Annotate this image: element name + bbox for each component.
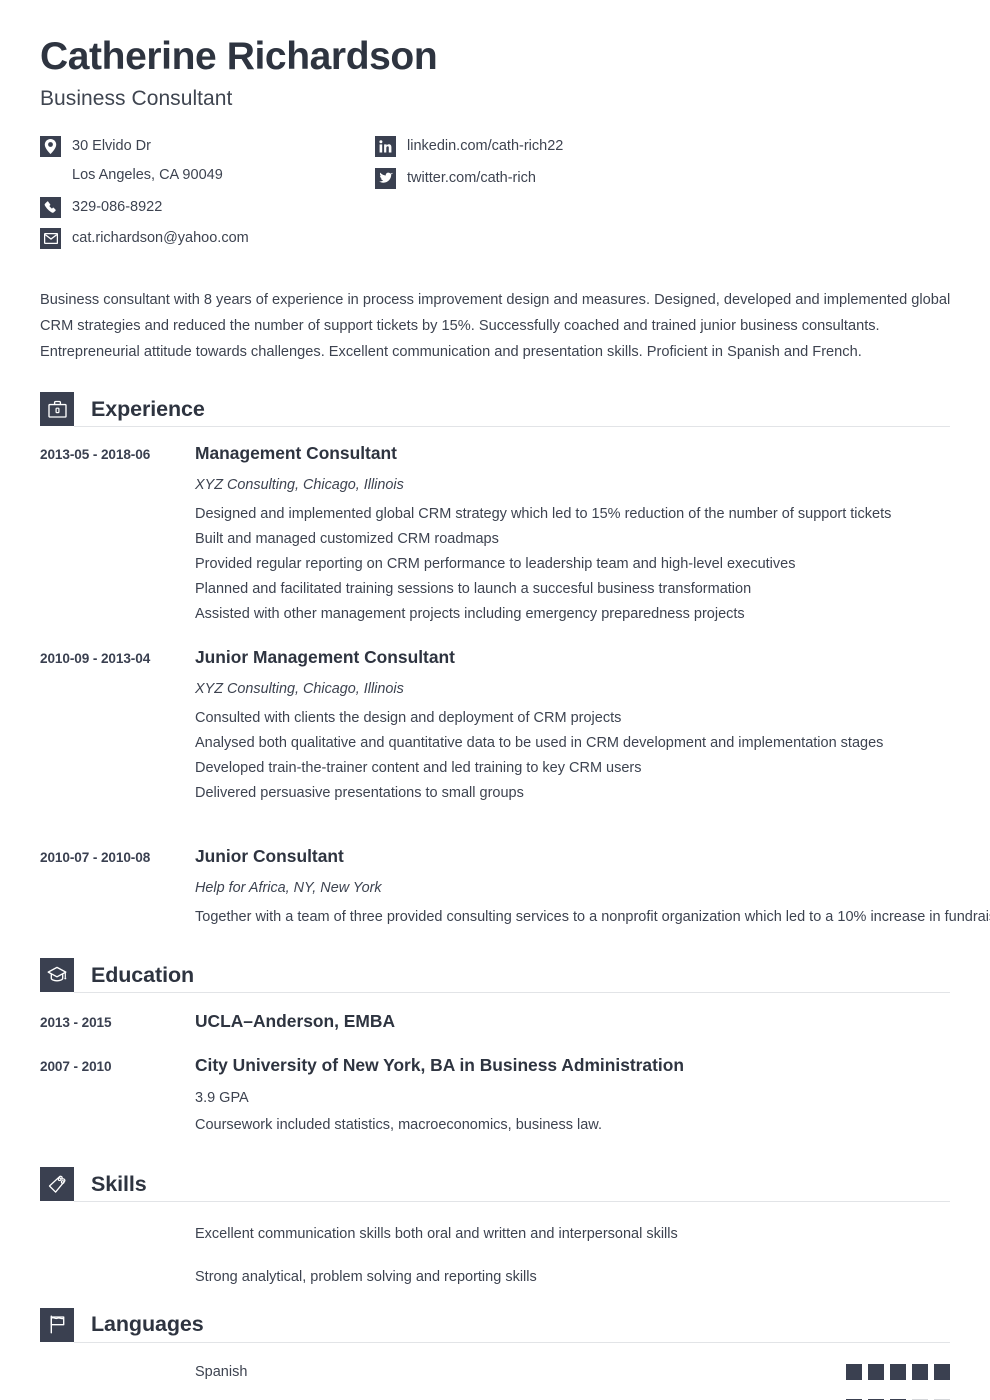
section-title: Education — [91, 962, 195, 987]
contact-column-right: linkedin.com/cath-rich22 twitter.com/cat… — [375, 135, 563, 258]
section-divider — [74, 426, 950, 428]
twitter-icon — [375, 167, 396, 189]
contact-row-twitter[interactable]: twitter.com/cath-rich — [375, 167, 563, 190]
section-title: Experience — [91, 396, 205, 421]
language-name: Spanish — [195, 1363, 248, 1380]
location-pin-icon — [40, 136, 61, 158]
level-square-filled — [868, 1363, 884, 1380]
language-row: Spanish — [195, 1363, 950, 1380]
candidate-job-title: Business Consultant — [40, 87, 233, 111]
entry-dates: 2013 - 2015 — [40, 1015, 112, 1031]
contact-row-address: 30 Elvido Dr Los Angeles, CA 90049 — [40, 135, 375, 187]
experience-entry: 2010-07 - 2010-08 Junior Consultant Help… — [40, 846, 990, 930]
entry-organization: XYZ Consulting, Chicago, Illinois — [195, 680, 404, 697]
level-square-filled — [912, 1363, 928, 1380]
entry-dates: 2007 - 2010 — [40, 1058, 112, 1074]
entry-bullets: Designed and implemented global CRM stra… — [195, 502, 950, 627]
bullet-item: Developed train-the-trainer content and … — [195, 760, 642, 777]
contact-row-phone: 329-086-8922 — [40, 196, 375, 219]
bullet-item: Designed and implemented global CRM stra… — [195, 505, 892, 522]
briefcase-icon — [40, 392, 74, 427]
linkedin-url: linkedin.com/cath-rich22 — [407, 138, 564, 155]
level-square-filled — [934, 1363, 950, 1380]
bullet-item: Provided regular reporting on CRM perfor… — [195, 555, 796, 572]
language-level-spanish — [846, 1363, 950, 1380]
experience-entry: 2010-09 - 2013-04 Junior Management Cons… — [40, 647, 950, 806]
languages-list: Spanish French — [40, 1363, 950, 1400]
section-divider — [74, 1201, 950, 1203]
entry-role: Junior Consultant — [195, 846, 344, 867]
section-header-skills: Skills — [40, 1167, 950, 1203]
contact-block: 30 Elvido Dr Los Angeles, CA 90049 329-0… — [40, 135, 950, 258]
flag-icon — [40, 1307, 74, 1342]
experience-entry: 2013-05 - 2018-06 Management Consultant … — [40, 443, 950, 627]
section-header-experience: Experience — [40, 392, 950, 428]
skill-item: Excellent communication skills both oral… — [195, 1226, 678, 1243]
skills-list: Excellent communication skills both oral… — [40, 1223, 950, 1288]
entry-bullets: Consulted with clients the design and de… — [195, 706, 950, 806]
entry-school: UCLA–Anderson, EMBA — [195, 1011, 396, 1032]
section-title: Skills — [91, 1171, 147, 1196]
envelope-icon — [40, 228, 61, 250]
section-title: Languages — [91, 1312, 204, 1337]
section-divider — [74, 1341, 950, 1343]
linkedin-icon — [375, 136, 396, 158]
education-detail: Coursework included statistics, macroeco… — [195, 1117, 602, 1134]
bullet-item: Delivered persuasive presentations to sm… — [195, 785, 524, 802]
phone-icon — [40, 196, 61, 218]
professional-summary: Business consultant with 8 years of expe… — [40, 292, 951, 361]
bullet-item: Together with a team of three provided c… — [195, 908, 990, 925]
address-line-2: Los Angeles, CA 90049 — [72, 166, 223, 183]
entry-role: Management Consultant — [195, 443, 397, 464]
entry-organization: XYZ Consulting, Chicago, Illinois — [195, 476, 404, 493]
education-entry: 2007 - 2010 City University of New York,… — [40, 1055, 950, 1139]
section-divider — [74, 992, 950, 994]
bullet-item: Consulted with clients the design and de… — [195, 709, 622, 726]
bullet-item: Analysed both qualitative and quantitati… — [195, 734, 884, 751]
contact-row-email: cat.richardson@yahoo.com — [40, 227, 375, 250]
email-address: cat.richardson@yahoo.com — [72, 230, 249, 247]
candidate-name: Catherine Richardson — [40, 35, 438, 78]
resume-page: Catherine Richardson Business Consultant… — [0, 0, 990, 1400]
education-entry: 2013 - 2015 UCLA–Anderson, EMBA — [40, 1011, 950, 1033]
address-line-1: 30 Elvido Dr — [72, 138, 151, 155]
entry-organization: Help for Africa, NY, New York — [195, 879, 382, 896]
contact-row-linkedin[interactable]: linkedin.com/cath-rich22 — [375, 135, 563, 158]
bullet-item: Assisted with other management projects … — [195, 606, 745, 623]
entry-school: City University of New York, BA in Busin… — [195, 1054, 684, 1075]
contact-column-left: 30 Elvido Dr Los Angeles, CA 90049 329-0… — [40, 135, 375, 258]
graduation-cap-icon — [40, 958, 74, 993]
twitter-url: twitter.com/cath-rich — [407, 169, 536, 186]
bullet-item: Built and managed customized CRM roadmap… — [195, 530, 499, 547]
entry-dates: 2010-07 - 2010-08 — [40, 850, 151, 866]
entry-dates: 2013-05 - 2018-06 — [40, 447, 151, 463]
education-detail: 3.9 GPA — [195, 1089, 249, 1106]
skill-item: Strong analytical, problem solving and r… — [195, 1268, 537, 1285]
level-square-filled — [890, 1363, 906, 1380]
entry-dates: 2010-09 - 2013-04 — [40, 651, 151, 667]
level-square-filled — [846, 1363, 862, 1380]
entry-role: Junior Management Consultant — [195, 647, 455, 668]
section-header-languages: Languages — [40, 1307, 950, 1343]
resume-header: Catherine Richardson Business Consultant — [40, 0, 950, 111]
phone-number: 329-086-8922 — [72, 198, 163, 215]
entry-bullets: Together with a team of three provided c… — [195, 905, 990, 930]
puzzle-piece-icon — [40, 1167, 74, 1202]
bullet-item: Planned and facilitated training session… — [195, 581, 752, 597]
section-header-education: Education — [40, 958, 950, 994]
